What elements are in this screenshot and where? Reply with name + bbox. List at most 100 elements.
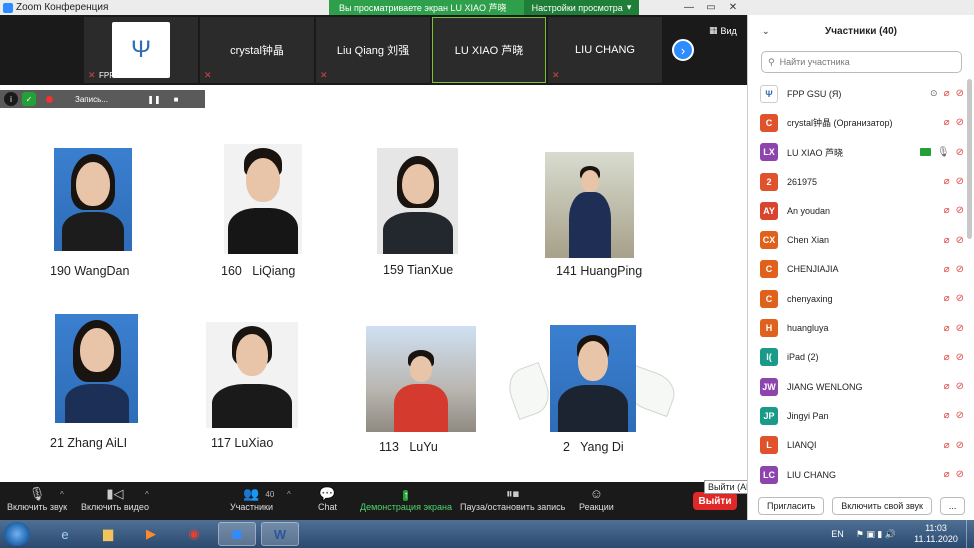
start-video-button[interactable]: ▮◁ Включить видео — [81, 485, 149, 512]
caption-zhangaili: 21 Zhang AiLI — [50, 436, 128, 450]
participant-avatar: I( — [760, 348, 778, 367]
mic-muted-icon: ✕ — [204, 70, 212, 80]
next-page-button[interactable]: › — [672, 39, 694, 61]
maximize-icon[interactable]: ▭ — [700, 0, 722, 15]
participant-search-input[interactable]: ⚲ Найти участника — [761, 51, 962, 73]
video-tile-lu-xiao[interactable]: LU XIAO 芦晓 — [432, 17, 546, 83]
pause-stop-recording-button[interactable]: ⏸⏹ Пауза/остановить запись — [460, 485, 565, 512]
participants-options-caret[interactable]: ^ — [287, 490, 291, 499]
mic-muted-icon: ⌀ — [943, 293, 950, 305]
video-tile-fpp-gsu[interactable]: Ψ ✕ FPP GSU — [84, 17, 198, 83]
participant-avatar: LX — [760, 143, 778, 162]
clock[interactable]: 11:03 11.11.2020 — [906, 523, 966, 545]
caption-tianxue: 159 TianXue — [383, 263, 454, 277]
participant-avatar: C — [760, 289, 778, 308]
close-icon[interactable]: ✕ — [722, 0, 744, 15]
security-shield-icon[interactable]: ✓ — [22, 92, 36, 106]
participant-status: ⌀ ⊘ — [944, 293, 964, 304]
video-tile-crystal[interactable]: crystal钟晶 ✕ — [200, 17, 314, 83]
participant-avatar: C — [760, 113, 778, 132]
meeting-toolbar: 🎙 Включить звук ^ ▮◁ Включить видео ^ 👥 4… — [0, 482, 747, 520]
participant-name: iPad (2) — [787, 352, 819, 363]
pause-recording-icon[interactable]: ❚❚ — [147, 93, 161, 105]
caption-yangdi: 2 Yang Di — [563, 440, 624, 454]
participant-row[interactable]: Hhuangluya ⌀ ⊘ — [748, 313, 968, 342]
participant-name: JIANG WENLONG — [787, 381, 863, 392]
window-controls: — ▭ ✕ — [678, 0, 744, 15]
chat-icon: 💬 — [319, 486, 336, 501]
chrome-icon[interactable]: ◉ — [175, 522, 213, 546]
share-screen-button[interactable]: ↑ Демонстрация экрана — [360, 485, 452, 512]
caption-liqiang: 160 LiQiang — [221, 264, 296, 278]
audio-options-caret[interactable]: ^ — [60, 490, 64, 499]
participant-name: chenyaxing — [787, 293, 833, 304]
video-off-icon: ⊘ — [955, 351, 964, 363]
participant-name: huangluya — [787, 323, 829, 334]
more-button[interactable]: ... — [939, 496, 966, 515]
university-logo: Ψ — [112, 22, 170, 78]
word-icon[interactable]: W — [261, 522, 299, 546]
chat-button[interactable]: 💬 Chat — [318, 485, 337, 512]
participant-row[interactable]: AY An youdan ⌀ ⊘ — [748, 196, 968, 225]
folder-icon[interactable]: ▆ — [89, 522, 127, 546]
participant-status: ⌀ ⊘ — [944, 235, 964, 246]
tray-icons[interactable]: ⚑ ▣ ▮ 🔊 — [856, 529, 896, 540]
participant-avatar: L — [760, 436, 778, 455]
participant-name: FPP GSU (Я) — [787, 88, 842, 99]
smiley-icon: ☺ — [589, 486, 604, 501]
zoom-taskbar-icon[interactable]: ◼ — [218, 522, 256, 546]
mic-muted-icon: ✕ — [320, 70, 328, 80]
minimize-icon[interactable]: — — [678, 0, 700, 15]
media-player-icon[interactable]: ▶ — [132, 522, 170, 546]
mic-muted-icon: ⌀ — [943, 263, 950, 275]
participant-row[interactable]: 2 261975 ⌀ ⊘ — [748, 167, 968, 196]
photo-luyu — [366, 326, 476, 432]
participant-status: ⌀ ⊘ — [944, 410, 964, 421]
language-indicator[interactable]: EN — [831, 529, 844, 539]
view-button[interactable]: ▦ Вид — [709, 25, 737, 36]
participant-avatar: LC — [760, 465, 778, 484]
participant-row[interactable]: L LIANQI ⌀ ⊘ — [748, 431, 968, 460]
leave-button[interactable]: Выйти — [693, 492, 737, 510]
participant-row[interactable]: I(iPad (2) ⌀ ⊘ — [748, 343, 968, 372]
ie-icon[interactable]: e — [46, 522, 84, 546]
participant-avatar: JP — [760, 406, 778, 425]
window-title: Zoom Конференция — [16, 2, 109, 13]
video-tile-liu-chang[interactable]: LIU CHANG ✕ — [548, 17, 662, 83]
start-button[interactable] — [4, 522, 30, 546]
participant-row[interactable]: JP Jingyi Pan ⌀ ⊘ — [748, 401, 968, 430]
participants-button[interactable]: 👥 40 Участники — [230, 485, 274, 512]
windows-taskbar: e ▆ ▶ ◉ ◼ W EN ⚑ ▣ ▮ 🔊 11:03 11.11.2020 — [0, 520, 974, 548]
participant-row[interactable]: JW JIANG WENLONG ⌀ ⊘ — [748, 372, 968, 401]
photo-liqiang — [224, 144, 302, 254]
unmute-me-button[interactable]: Включить свой звук — [832, 496, 932, 515]
share-screen-icon: ↑ — [403, 490, 409, 501]
video-tile-liu-qiang[interactable]: Liu Qiang 刘强 ✕ — [316, 17, 430, 83]
video-options-caret[interactable]: ^ — [145, 490, 149, 499]
participant-row[interactable]: LX LU XIAO 芦晓 🎙 ⊘ — [748, 138, 968, 167]
participant-row[interactable]: Ccrystal钟晶 (Организатор) ⌀ ⊘ — [748, 108, 968, 137]
info-icon[interactable]: i — [4, 92, 18, 106]
panel-footer: Пригласить Включить свой звук ... — [748, 491, 974, 520]
participant-avatar: C — [760, 260, 778, 279]
participant-row[interactable]: C CHENJIAJIA ⌀ ⊘ — [748, 255, 968, 284]
chevron-down-icon[interactable]: ⌄ — [762, 26, 770, 37]
participant-row[interactable]: LC LIU CHANG ⌀ ⊘ — [748, 460, 968, 489]
view-options-button[interactable]: Настройки просмотра ▾ — [524, 0, 639, 15]
participant-row[interactable]: Ψ FPP GSU (Я) ⊙ ⌀ ⊘ — [748, 79, 968, 108]
participant-status: ⌀ ⊘ — [944, 264, 964, 275]
participant-list: Ψ FPP GSU (Я) ⊙ ⌀ ⊘ Ccrystal钟晶 (Организатор) ⌀… — [748, 79, 968, 489]
participant-status: ⌀ ⊘ — [944, 440, 964, 451]
reactions-button[interactable]: ☺ Реакции — [579, 485, 614, 512]
video-off-icon: ⊘ — [955, 293, 964, 305]
participant-row[interactable]: Cchenyaxing ⌀ ⊘ — [748, 284, 968, 313]
photo-zhangaili — [55, 314, 138, 423]
unmute-button[interactable]: 🎙 Включить звук — [7, 485, 67, 512]
show-desktop-button[interactable] — [966, 520, 974, 548]
participant-row[interactable]: CX Chen Xian ⌀ ⊘ — [748, 225, 968, 254]
video-off-icon: ⊘ — [955, 146, 964, 158]
invite-button[interactable]: Пригласить — [758, 496, 825, 515]
participant-status: ⊙ ⌀ ⊘ — [930, 88, 964, 99]
stop-recording-icon[interactable]: ■ — [169, 93, 183, 105]
panel-scrollbar[interactable] — [967, 79, 972, 239]
